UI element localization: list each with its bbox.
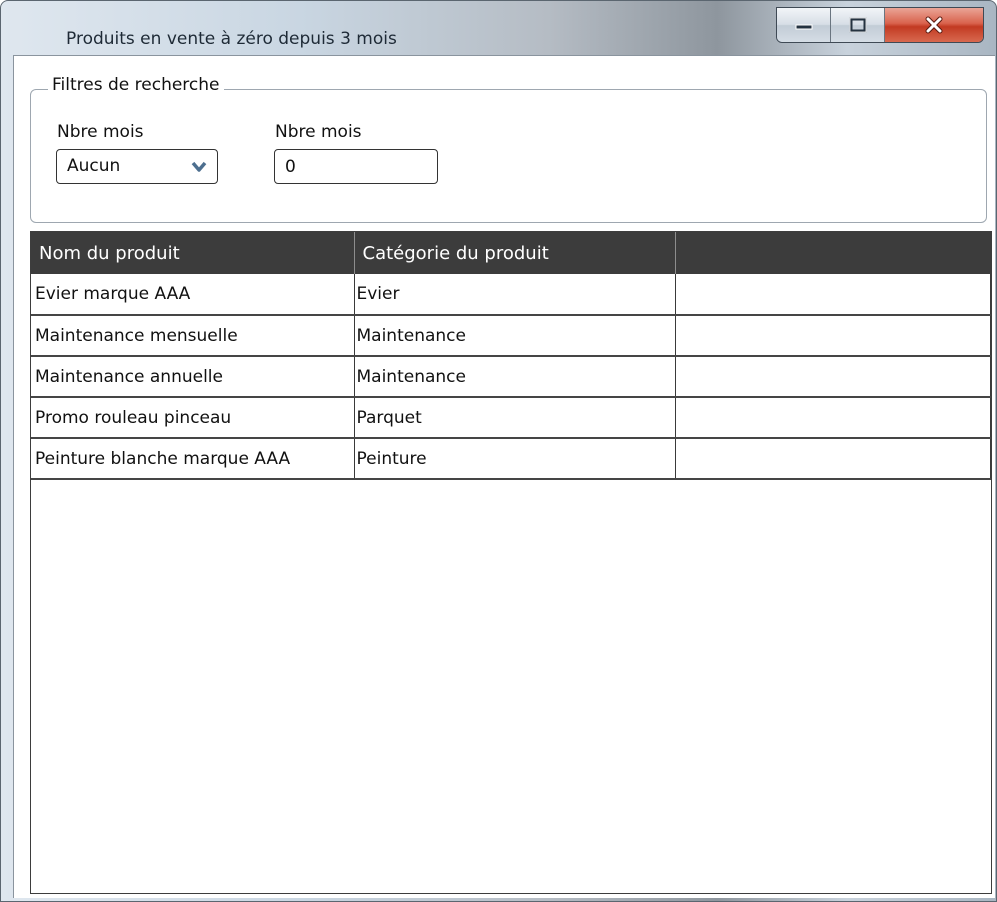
- table-row[interactable]: Maintenance annuelle Maintenance: [31, 356, 991, 398]
- search-filters-legend: Filtres de recherche: [48, 75, 224, 95]
- months-select-value: Aucun: [67, 156, 121, 176]
- minimize-button[interactable]: [777, 8, 831, 42]
- cell-product-name: Peinture blanche marque AAA: [31, 438, 355, 480]
- cell-product-name: Promo rouleau pinceau: [31, 397, 355, 439]
- cell-product-name: Maintenance mensuelle: [31, 315, 355, 357]
- close-icon: [924, 16, 944, 34]
- table-row[interactable]: Promo rouleau pinceau Parquet: [31, 397, 991, 439]
- cell-filler: [675, 315, 991, 357]
- client-area: Filtres de recherche Nbre mois Nbre mois…: [13, 55, 995, 898]
- cell-product-name: Maintenance annuelle: [31, 356, 355, 398]
- table-header-row: Nom du produit Catégorie du produit: [31, 232, 991, 274]
- table-row[interactable]: Evier marque AAA Evier: [31, 274, 991, 316]
- close-button[interactable]: [885, 8, 983, 42]
- table-row[interactable]: Peinture blanche marque AAA Peinture: [31, 438, 991, 480]
- products-table: Nom du produit Catégorie du produit Evie…: [31, 232, 991, 480]
- cell-product-category: Parquet: [354, 397, 676, 439]
- cell-product-category: Evier: [354, 274, 676, 316]
- cell-filler: [675, 438, 991, 480]
- column-header-product-category[interactable]: Catégorie du produit: [354, 232, 676, 274]
- window-controls: [776, 7, 984, 43]
- cell-product-category: Maintenance: [354, 315, 676, 357]
- months-select[interactable]: Aucun: [56, 149, 218, 184]
- cell-filler: [675, 397, 991, 439]
- months-input[interactable]: [274, 149, 438, 184]
- window-title: Produits en vente à zéro depuis 3 mois: [66, 29, 397, 49]
- maximize-button[interactable]: [831, 8, 885, 42]
- months-select-label: Nbre mois: [57, 122, 144, 142]
- products-grid: Nom du produit Catégorie du produit Evie…: [30, 231, 992, 894]
- cell-filler: [675, 274, 991, 316]
- cell-filler: [675, 356, 991, 398]
- table-row[interactable]: Maintenance mensuelle Maintenance: [31, 315, 991, 357]
- title-bar[interactable]: Produits en vente à zéro depuis 3 mois: [1, 1, 996, 55]
- cell-product-category: Peinture: [354, 438, 676, 480]
- column-header-product-name[interactable]: Nom du produit: [31, 232, 355, 274]
- cell-product-name: Evier marque AAA: [31, 274, 355, 316]
- cell-product-category: Maintenance: [354, 356, 676, 398]
- column-header-filler: [675, 232, 991, 274]
- chevron-down-icon: [191, 159, 207, 178]
- maximize-icon: [849, 17, 867, 33]
- app-window: Produits en vente à zéro depuis 3 mois F…: [0, 0, 997, 902]
- minimize-icon: [794, 20, 814, 30]
- months-input-label: Nbre mois: [275, 122, 362, 142]
